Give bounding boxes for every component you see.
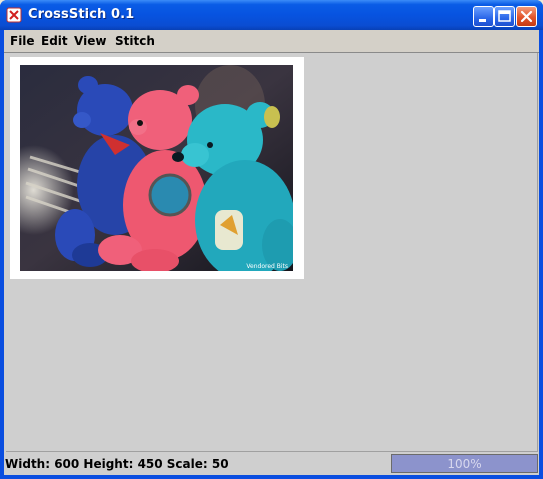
menu-file[interactable]: File <box>10 34 35 48</box>
maximize-button[interactable] <box>494 6 515 27</box>
title-bar[interactable]: CrossStich 0.1 <box>0 0 543 30</box>
minimize-button[interactable] <box>473 6 494 27</box>
image-canvas[interactable]: Vendored Bits <box>6 53 538 452</box>
menu-view[interactable]: View <box>74 34 106 48</box>
window-title: CrossStich 0.1 <box>28 7 135 22</box>
close-icon <box>520 10 533 23</box>
status-bar: Width: 600 Height: 450 Scale: 50 100% <box>4 453 539 475</box>
maximize-icon <box>498 10 511 22</box>
progress-label: 100% <box>447 457 482 471</box>
photo-watermark: Vendored Bits <box>246 263 288 270</box>
menu-edit[interactable]: Edit <box>41 34 68 48</box>
progress-bar: 100% <box>391 454 538 473</box>
teddy-bears-photo: Vendored Bits <box>20 65 293 271</box>
image-dimensions-status: Width: 600 Height: 450 Scale: 50 <box>5 457 229 471</box>
minimize-icon <box>479 19 486 22</box>
client-area: File Edit View Stitch Vendored Bits Widt… <box>4 30 539 475</box>
close-button[interactable] <box>516 6 537 27</box>
photo-frame: Vendored Bits <box>10 57 304 279</box>
app-window: CrossStich 0.1 File Edit View Stitch Ven… <box>0 0 543 479</box>
menu-bar: File Edit View Stitch <box>4 30 539 53</box>
crossstitch-app-icon[interactable] <box>6 7 22 23</box>
menu-stitch[interactable]: Stitch <box>115 34 155 48</box>
